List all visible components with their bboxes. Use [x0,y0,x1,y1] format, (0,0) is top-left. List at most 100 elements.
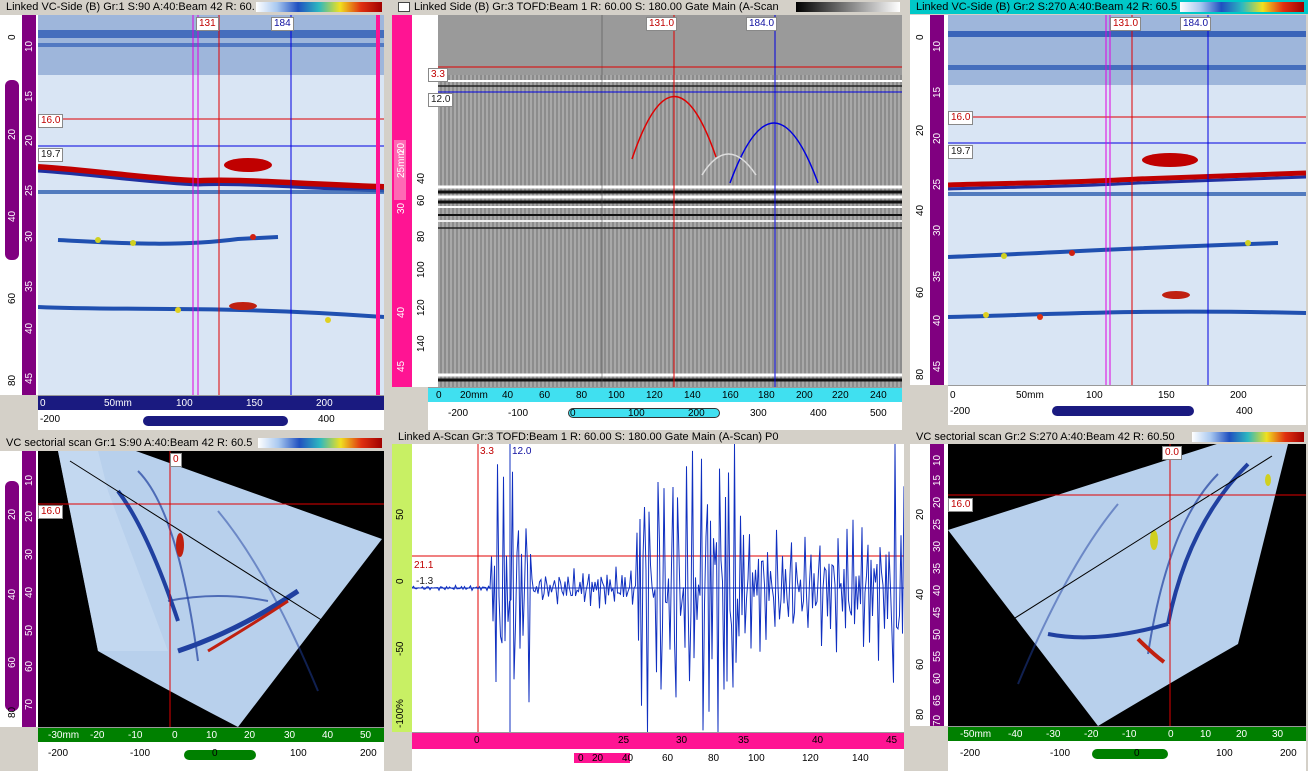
tick-label: 30 [24,230,35,242]
cursor-tag-y-red[interactable]: 16.0 [948,498,974,512]
color-palette-bar [256,2,382,12]
tick-label: 60 [7,292,18,304]
depth-scale-bar [930,15,944,385]
cursor-tag-y-blue[interactable]: 12.0 [428,93,454,107]
pane-top-left-vc-side[interactable]: Linked VC-Side (B) Gr:1 S:90 A:40:Beam 4… [0,0,386,430]
pane-bottom-right-sectorial[interactable]: VC sectorial scan Gr:2 S:270 A:40:Beam 4… [910,430,1308,771]
scan-scroll-thumb[interactable] [143,416,288,426]
amplitude-ruler[interactable] [392,444,412,732]
title-bar[interactable]: Linked A-Scan Gr:3 TOFD:Beam 1 R: 60.00 … [392,430,904,444]
tick-label: 80 [7,374,18,386]
cursor-tag-x-red[interactable]: 131 [196,17,219,31]
pane-bottom-middle-ascan[interactable]: Linked A-Scan Gr:3 TOFD:Beam 1 R: 60.00 … [392,430,904,771]
scan-scroll-thumb[interactable] [184,750,256,760]
sectorial-scan-image[interactable] [38,451,384,727]
tick-label: 40 [24,322,35,334]
scan-scroll-thumb[interactable] [1052,406,1194,416]
tick-label: 60 [662,753,674,764]
pane-top-right-vc-side[interactable]: Linked VC-Side (B) Gr:2 S:270 A:40:Beam … [910,0,1308,430]
tick-label: 0 [172,730,178,741]
tick-label: -100 [1050,748,1071,759]
cursor-tag-x-blue[interactable]: 184.0 [746,17,778,31]
cursor-tag-y-red[interactable]: 16.0 [948,111,974,125]
time-ruler[interactable] [412,732,904,771]
cursor-tag-x-red[interactable]: 0.0 [1162,446,1182,460]
tick-label: 80 [7,706,18,718]
cursor-tag-x-blue[interactable]: 12.0 [510,446,533,458]
tick-label: 100 [1216,748,1233,759]
tick-label: 0 [1134,748,1140,759]
tick-label: -200 [950,406,971,417]
tick-label: 0 [1168,729,1174,740]
depth-scale-bar [22,15,36,395]
tick-label: 45 [396,360,407,372]
scan-scroll-thumb[interactable] [1092,749,1168,759]
cursor-tag-x-red[interactable]: 0 [170,453,182,467]
tick-label: 20 [7,508,18,520]
tick-label: 70 [24,698,35,710]
tick-label: 10 [932,40,943,52]
cursor-tag-y-blue[interactable]: 19.7 [38,148,64,162]
tick-label: 200 [1280,748,1297,759]
tick-label: -100% [395,699,406,728]
tick-label: 100 [608,390,625,401]
tick-label: 55 [932,650,943,662]
pane-bottom-left-sectorial[interactable]: VC sectorial scan Gr:1 S:90 A:40:Beam 42… [0,436,386,771]
tick-label: 60 [915,286,926,298]
depth-ruler[interactable] [910,15,948,385]
scan-ruler[interactable] [948,385,1306,425]
ascan-plot[interactable] [412,444,904,732]
tick-label: 200 [360,748,377,759]
cursor-tag-y-red[interactable]: 16.0 [38,505,64,519]
tick-label: 20 [932,132,943,144]
tick-label: 25 [932,178,943,190]
tick-label: 40 [622,753,634,764]
tick-label: 25 [932,518,943,530]
bscan-image[interactable] [948,15,1306,385]
cursor-tag-y-red[interactable]: 16.0 [38,114,64,128]
pane-top-middle-tofd[interactable]: Linked Side (B) Gr:3 TOFD:Beam 1 R: 60.0… [392,0,904,430]
tick-label: 50mm [104,398,132,409]
cursor-tag-x-blue[interactable]: 184 [271,17,294,31]
depth-scale-bar [392,15,412,387]
tick-label: 25 [24,184,35,196]
title-bar[interactable]: Linked Side (B) Gr:3 TOFD:Beam 1 R: 60.0… [392,0,904,14]
tick-label: -50 [395,641,406,656]
tick-label: 45 [932,360,943,372]
tick-label: 30 [396,202,407,214]
tick-label: 140 [416,335,427,352]
tick-label: 20mm [460,390,488,401]
cursor-tag-y-blue[interactable]: 19.7 [948,145,974,159]
tick-label: 0 [950,390,956,401]
title-bar[interactable]: VC sectorial scan Gr:2 S:270 A:40:Beam 4… [910,430,1308,444]
tick-label: 0 [395,578,406,584]
tick-label: 40 [502,390,514,401]
cursor-tag-x-red[interactable]: 3.3 [478,446,496,458]
tick-label: 10 [206,730,218,741]
cursor-tag-y-red[interactable]: 3.3 [428,68,448,82]
tick-label: 400 [810,408,827,419]
title-bar[interactable]: Linked VC-Side (B) Gr:2 S:270 A:40:Beam … [910,0,1308,14]
tick-label: -100 [508,408,529,419]
depth-ruler[interactable] [0,15,38,395]
tick-label: 40 [932,314,943,326]
cursor-tag-y-red[interactable]: 21.1 [412,560,435,572]
scan-ruler[interactable] [428,387,902,430]
cursor-tag-x-blue[interactable]: 184.0 [1180,17,1212,31]
title-content: Linked Side (B) Gr:3 TOFD:Beam 1 R: 60.0… [398,0,779,14]
tick-label: 0 [570,408,576,419]
tick-label: 100 [416,261,427,278]
depth-gate-bar[interactable] [5,80,19,260]
cursor-tag-x-red[interactable]: 131.0 [646,17,678,31]
bscan-image[interactable] [38,15,384,395]
sectorial-scan-image[interactable] [948,444,1306,726]
tick-label: 45 [932,606,943,618]
cursor-tag-x-red[interactable]: 131.0 [1110,17,1142,31]
tofd-bscan-image[interactable] [438,15,902,387]
tick-label: 35 [932,270,943,282]
tick-label: 150 [1158,390,1175,401]
tick-label: -10 [1122,729,1137,740]
title-bar[interactable]: VC sectorial scan Gr:1 S:90 A:40:Beam 42… [0,436,386,450]
cursor-tag-y-blue[interactable]: -1.3 [414,576,435,588]
title-bar[interactable]: Linked VC-Side (B) Gr:1 S:90 A:40:Beam 4… [0,0,386,14]
